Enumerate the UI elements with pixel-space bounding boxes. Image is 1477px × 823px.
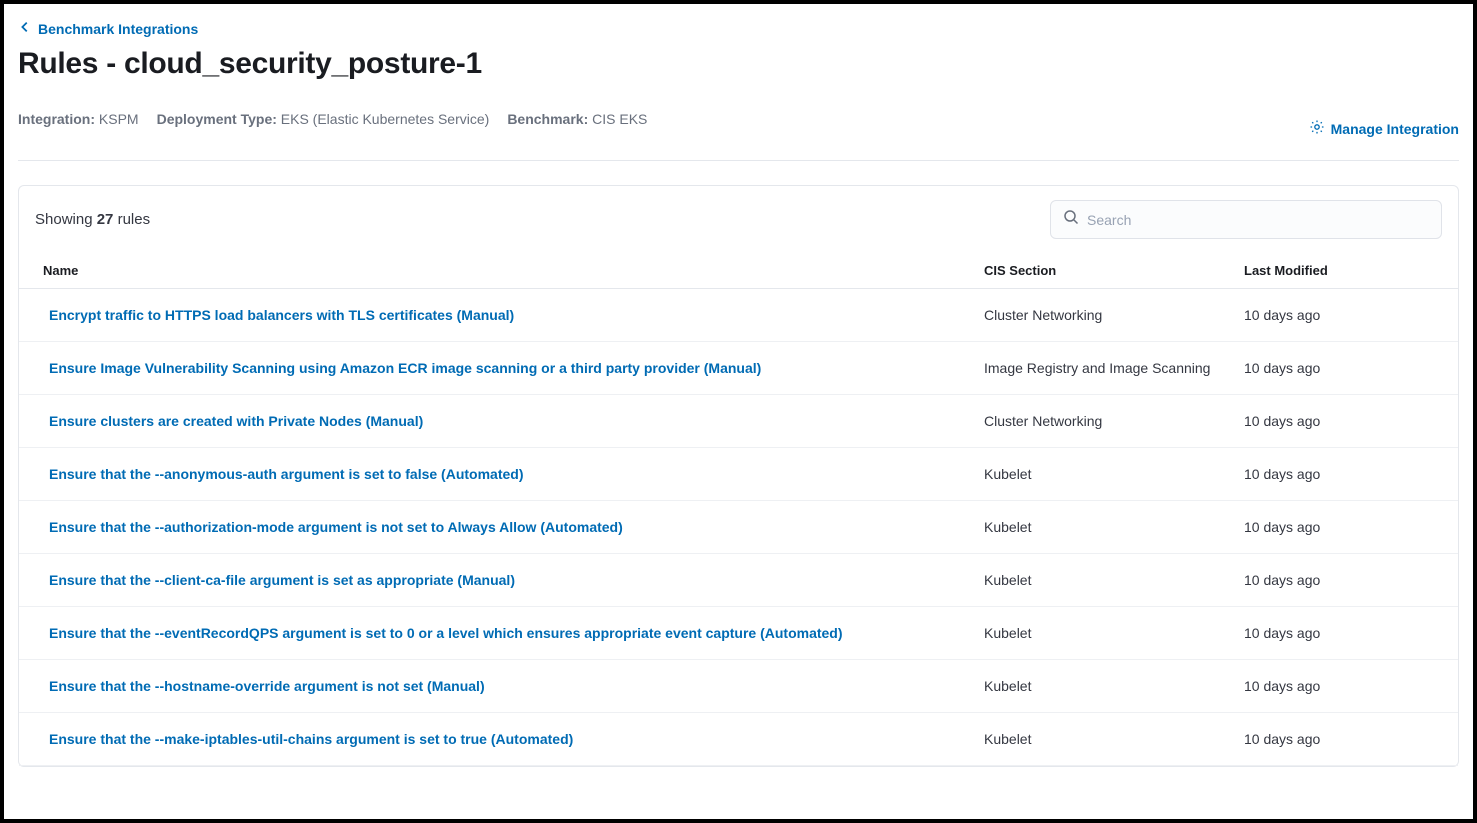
cell-last-modified: 10 days ago — [1228, 395, 1458, 448]
cell-name: Ensure Image Vulnerability Scanning usin… — [19, 342, 968, 395]
search-icon — [1063, 209, 1079, 230]
cell-name: Ensure that the --eventRecordQPS argumen… — [19, 607, 968, 660]
table-row: Ensure that the --hostname-override argu… — [19, 660, 1458, 713]
table-row: Ensure that the --eventRecordQPS argumen… — [19, 607, 1458, 660]
cell-cis-section: Kubelet — [968, 501, 1228, 554]
manage-integration-link[interactable]: Manage Integration — [1309, 119, 1459, 138]
meta-integration-value: KSPM — [99, 111, 139, 127]
col-header-cis[interactable]: CIS Section — [968, 253, 1228, 289]
cell-name: Ensure that the --anonymous-auth argumen… — [19, 448, 968, 501]
breadcrumb-label: Benchmark Integrations — [38, 21, 198, 37]
col-header-name[interactable]: Name — [19, 253, 968, 289]
showing-prefix: Showing — [35, 211, 97, 228]
cell-last-modified: 10 days ago — [1228, 289, 1458, 342]
cell-name: Ensure that the --authorization-mode arg… — [19, 501, 968, 554]
table-row: Ensure that the --make-iptables-util-cha… — [19, 713, 1458, 766]
manage-integration-label: Manage Integration — [1331, 121, 1459, 137]
table-row: Ensure that the --client-ca-file argumen… — [19, 554, 1458, 607]
rules-table: Name CIS Section Last Modified Encrypt t… — [19, 253, 1458, 766]
table-row: Ensure that the --anonymous-auth argumen… — [19, 448, 1458, 501]
table-row: Encrypt traffic to HTTPS load balancers … — [19, 289, 1458, 342]
meta-deployment-label: Deployment Type: — [157, 111, 277, 127]
cell-last-modified: 10 days ago — [1228, 660, 1458, 713]
meta-benchmark-value: CIS EKS — [592, 111, 647, 127]
cell-name: Ensure that the --make-iptables-util-cha… — [19, 713, 968, 766]
meta-deployment-value: EKS (Elastic Kubernetes Service) — [281, 111, 490, 127]
cell-cis-section: Kubelet — [968, 554, 1228, 607]
table-row: Ensure that the --authorization-mode arg… — [19, 501, 1458, 554]
cell-last-modified: 10 days ago — [1228, 448, 1458, 501]
cell-name: Ensure clusters are created with Private… — [19, 395, 968, 448]
table-row: Ensure clusters are created with Private… — [19, 395, 1458, 448]
cell-cis-section: Kubelet — [968, 713, 1228, 766]
table-row: Ensure Image Vulnerability Scanning usin… — [19, 342, 1458, 395]
rule-link[interactable]: Encrypt traffic to HTTPS load balancers … — [49, 307, 514, 323]
search-box[interactable] — [1050, 200, 1442, 239]
cell-last-modified: 10 days ago — [1228, 554, 1458, 607]
cell-name: Ensure that the --client-ca-file argumen… — [19, 554, 968, 607]
cell-cis-section: Cluster Networking — [968, 395, 1228, 448]
meta-deployment: Deployment Type: EKS (Elastic Kubernetes… — [157, 111, 490, 127]
meta-benchmark: Benchmark: CIS EKS — [507, 111, 647, 127]
page-title: Rules - cloud_security_posture-1 — [18, 47, 1459, 81]
search-input[interactable] — [1087, 212, 1429, 228]
rule-link[interactable]: Ensure Image Vulnerability Scanning usin… — [49, 360, 761, 376]
rule-link[interactable]: Ensure that the --anonymous-auth argumen… — [49, 466, 524, 482]
rule-link[interactable]: Ensure that the --make-iptables-util-cha… — [49, 731, 573, 747]
breadcrumb-back[interactable]: Benchmark Integrations — [18, 16, 198, 43]
showing-number: 27 — [97, 211, 114, 228]
rule-link[interactable]: Ensure clusters are created with Private… — [49, 413, 423, 429]
cell-last-modified: 10 days ago — [1228, 607, 1458, 660]
cell-last-modified: 10 days ago — [1228, 342, 1458, 395]
cell-cis-section: Kubelet — [968, 660, 1228, 713]
meta-row: Integration: KSPM Deployment Type: EKS (… — [18, 99, 1459, 161]
meta-integration: Integration: KSPM — [18, 111, 139, 127]
cell-name: Encrypt traffic to HTTPS load balancers … — [19, 289, 968, 342]
showing-count: Showing 27 rules — [35, 211, 150, 228]
showing-suffix: rules — [113, 211, 150, 228]
meta-benchmark-label: Benchmark: — [507, 111, 588, 127]
rule-link[interactable]: Ensure that the --eventRecordQPS argumen… — [49, 625, 843, 641]
cell-cis-section: Kubelet — [968, 607, 1228, 660]
cell-last-modified: 10 days ago — [1228, 713, 1458, 766]
meta-integration-label: Integration: — [18, 111, 95, 127]
cell-last-modified: 10 days ago — [1228, 501, 1458, 554]
cell-cis-section: Cluster Networking — [968, 289, 1228, 342]
rule-link[interactable]: Ensure that the --hostname-override argu… — [49, 678, 485, 694]
rules-panel: Showing 27 rules Name CIS Section Last M… — [18, 185, 1459, 767]
gear-icon — [1309, 119, 1325, 138]
cell-cis-section: Image Registry and Image Scanning — [968, 342, 1228, 395]
col-header-modified[interactable]: Last Modified — [1228, 253, 1458, 289]
rule-link[interactable]: Ensure that the --client-ca-file argumen… — [49, 572, 515, 588]
cell-cis-section: Kubelet — [968, 448, 1228, 501]
rule-link[interactable]: Ensure that the --authorization-mode arg… — [49, 519, 623, 535]
chevron-left-icon — [18, 20, 32, 37]
cell-name: Ensure that the --hostname-override argu… — [19, 660, 968, 713]
